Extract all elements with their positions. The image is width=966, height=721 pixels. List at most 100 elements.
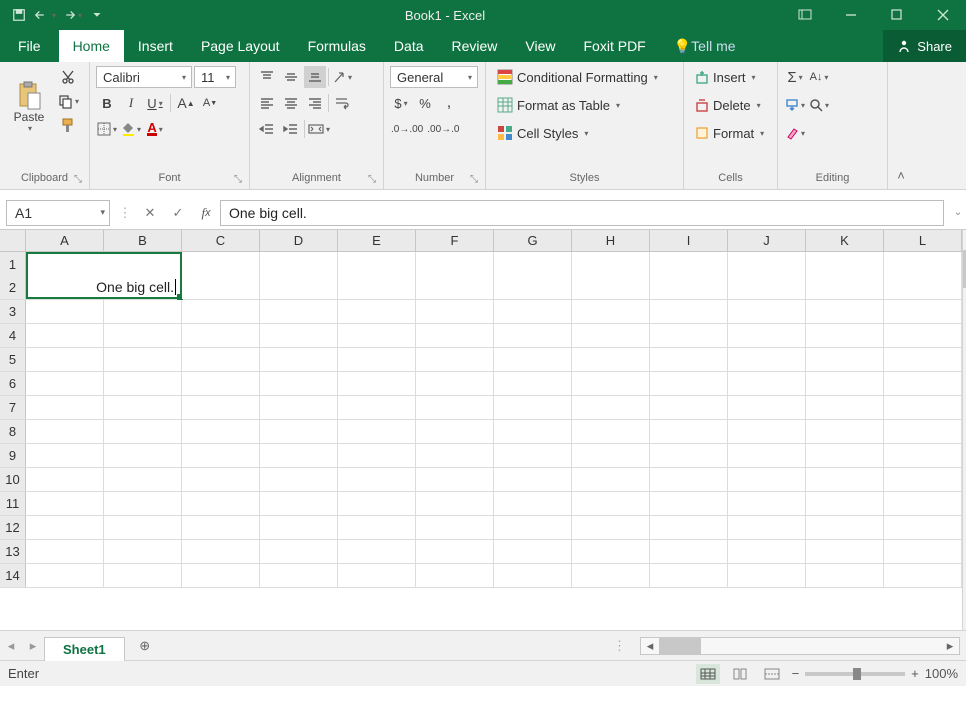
underline-button[interactable]: U▾ [144,92,166,114]
cell[interactable] [416,324,494,347]
cell[interactable] [728,252,806,276]
orientation-icon[interactable]: ▾ [331,66,353,88]
sheet-nav-next-icon[interactable]: ▸ [22,635,44,657]
cell[interactable] [650,348,728,371]
cell[interactable] [416,516,494,539]
cell[interactable] [338,276,416,299]
cell[interactable] [494,324,572,347]
cell[interactable] [806,348,884,371]
align-right-icon[interactable] [304,92,326,114]
cell[interactable] [494,300,572,323]
cell[interactable] [728,300,806,323]
cell[interactable] [494,468,572,491]
cell[interactable] [182,348,260,371]
cell[interactable] [572,420,650,443]
sheet-nav-prev-icon[interactable]: ◂ [0,635,22,657]
cell[interactable] [728,564,806,587]
page-break-view-icon[interactable] [760,664,784,684]
tab-review[interactable]: Review [438,30,512,62]
decrease-indent-icon[interactable] [256,118,278,140]
cell[interactable] [182,324,260,347]
cell[interactable] [416,252,494,276]
tab-formulas[interactable]: Formulas [294,30,380,62]
cell[interactable] [104,324,182,347]
cell[interactable] [572,516,650,539]
tab-data[interactable]: Data [380,30,438,62]
row-header[interactable]: 11 [0,492,26,515]
cell[interactable] [728,348,806,371]
cell[interactable] [494,396,572,419]
cell[interactable] [806,492,884,515]
cell[interactable] [884,468,962,491]
delete-cells-button[interactable]: Delete▾ [690,94,769,116]
expand-formula-bar-icon[interactable]: ⌄ [950,207,966,218]
paste-button[interactable]: Paste ▾ [6,66,52,148]
font-dialog-launcher-icon[interactable]: ⤡ [231,172,245,186]
row-header[interactable]: 12 [0,516,26,539]
cell[interactable] [26,420,104,443]
cell[interactable] [494,372,572,395]
zoom-slider[interactable] [805,672,905,676]
close-icon[interactable] [920,0,966,30]
cell[interactable] [104,564,182,587]
tab-split-handle[interactable]: ⋮ [605,638,634,654]
cell[interactable] [806,564,884,587]
font-color-icon[interactable]: A▾ [144,118,166,140]
cell[interactable] [26,516,104,539]
row-header[interactable]: 6 [0,372,26,395]
cell[interactable] [416,276,494,299]
redo-icon[interactable]: ▾ [60,4,82,26]
tab-foxit-pdf[interactable]: Foxit PDF [570,30,660,62]
column-header[interactable]: F [416,230,494,251]
cell[interactable] [572,276,650,299]
cell[interactable] [26,300,104,323]
cell[interactable] [572,492,650,515]
row-header[interactable]: 4 [0,324,26,347]
cell[interactable] [728,396,806,419]
cell[interactable] [884,540,962,563]
cell[interactable] [182,396,260,419]
cell[interactable] [728,540,806,563]
cancel-formula-icon[interactable]: ✕ [136,200,164,226]
fill-icon[interactable]: ▾ [784,94,806,116]
cell[interactable] [26,540,104,563]
cut-icon[interactable] [56,66,80,88]
cell[interactable] [806,252,884,276]
cell[interactable] [650,492,728,515]
cell[interactable] [182,276,260,299]
font-size-select[interactable]: 11▾ [194,66,236,88]
cell[interactable] [650,324,728,347]
fill-color-icon[interactable]: ▾ [120,118,142,140]
increase-decimal-icon[interactable]: .0→.00 [390,118,424,140]
cell[interactable] [806,516,884,539]
scroll-right-icon[interactable]: ▸ [941,638,959,654]
cell[interactable] [416,492,494,515]
row-header[interactable]: 3 [0,300,26,323]
wrap-text-icon[interactable] [331,92,353,114]
select-all-corner[interactable] [0,230,26,251]
accounting-format-icon[interactable]: $▾ [390,92,412,114]
zoom-out-icon[interactable]: − [792,666,800,681]
normal-view-icon[interactable] [696,664,720,684]
cell[interactable] [260,540,338,563]
cell[interactable] [806,324,884,347]
vertical-scrollbar[interactable]: ▴ ▾ [962,230,966,630]
cell[interactable] [494,252,572,276]
enter-formula-icon[interactable]: ✓ [164,200,192,226]
minimize-icon[interactable] [828,0,874,30]
cell[interactable] [650,468,728,491]
cell[interactable] [338,468,416,491]
tab-page-layout[interactable]: Page Layout [187,30,294,62]
cell[interactable] [650,420,728,443]
cell[interactable] [182,420,260,443]
cell[interactable] [884,492,962,515]
zoom-in-icon[interactable]: + [911,666,919,681]
clear-icon[interactable]: ▾ [784,122,806,144]
cell[interactable] [650,372,728,395]
tab-file[interactable]: File [0,30,59,62]
cell[interactable] [884,444,962,467]
cell[interactable] [572,540,650,563]
tab-view[interactable]: View [511,30,569,62]
cell[interactable] [26,372,104,395]
share-button[interactable]: Share [883,30,966,62]
